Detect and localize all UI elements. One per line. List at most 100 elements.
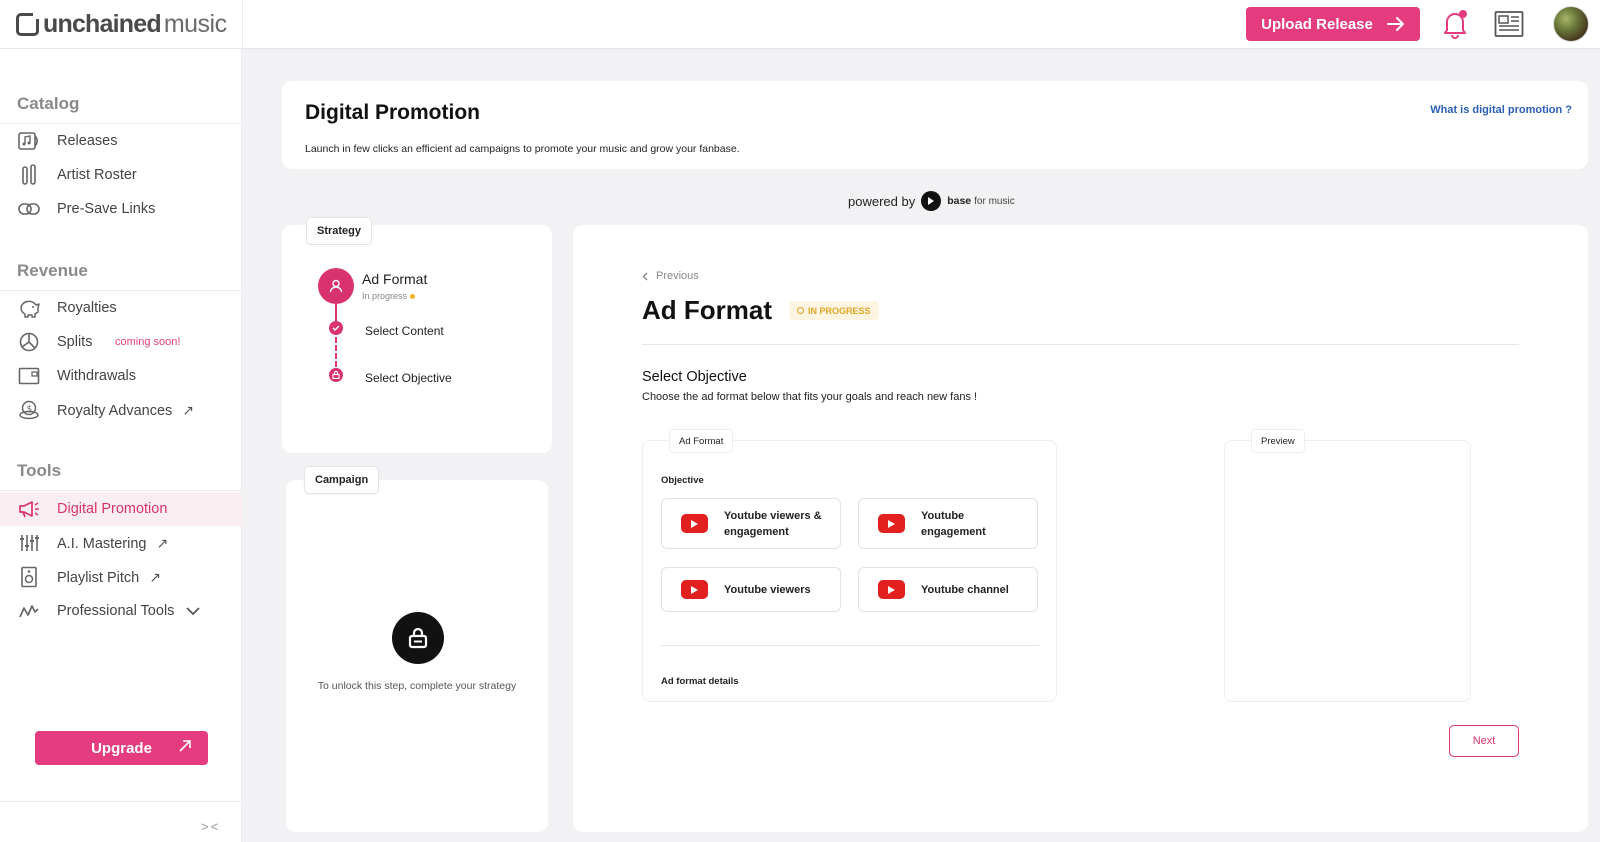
preview-panel: Preview bbox=[1224, 429, 1471, 702]
option-label: Youtube engagement bbox=[921, 508, 986, 540]
piggy-bank-icon bbox=[18, 297, 40, 319]
sidebar-item-withdrawals[interactable]: Withdrawals bbox=[0, 359, 242, 393]
step-connector bbox=[335, 304, 337, 321]
external-link-icon: ↗ bbox=[182, 401, 194, 418]
external-link-icon: ↗ bbox=[149, 568, 161, 585]
step-connector-dashed bbox=[335, 337, 337, 367]
sidebar-item-playlist-pitch[interactable]: Playlist Pitch ↗ bbox=[0, 560, 242, 594]
campaign-card: Campaign To unlock this step, complete y… bbox=[286, 466, 548, 832]
base-logo-icon bbox=[921, 191, 942, 211]
sidebar-item-label: Splits bbox=[57, 334, 93, 350]
sidebar-item-releases[interactable]: Releases bbox=[0, 124, 242, 158]
sidebar-item-text: Royalty Advances bbox=[57, 402, 173, 419]
option-label: Youtube channel bbox=[921, 584, 1009, 596]
option-label: Youtube viewers & engagement bbox=[724, 508, 822, 540]
sidebar-bottom-divider bbox=[0, 801, 242, 802]
option-label-line1: Youtube viewers & bbox=[724, 510, 822, 522]
strategy-card: Strategy Ad Format In progress Select Co… bbox=[282, 217, 552, 453]
strategy-tab[interactable]: Strategy bbox=[306, 217, 373, 245]
previous-link[interactable]: Previous bbox=[642, 270, 699, 282]
sidebar: Catalog Releases Artist Roster Pre-Save … bbox=[0, 49, 242, 842]
objective-label: Objective bbox=[661, 475, 704, 486]
sidebar-item-ai-mastering[interactable]: A.I. Mastering ↗ bbox=[0, 526, 242, 560]
ad-format-card: Previous Ad Format IN PROGRESS Select Ob… bbox=[573, 225, 1588, 832]
album-icon bbox=[18, 130, 40, 152]
divider bbox=[642, 344, 1519, 345]
page-header-card: Digital Promotion Launch in few clicks a… bbox=[282, 81, 1588, 169]
option-youtube-channel[interactable]: Youtube channel bbox=[858, 567, 1038, 612]
sidebar-item-royalties[interactable]: Royalties bbox=[0, 291, 242, 325]
logo-mark-icon bbox=[16, 11, 40, 36]
select-objective-title: Select Objective bbox=[642, 369, 747, 385]
pie-chart-icon bbox=[18, 331, 40, 353]
sidebar-item-digital-promotion[interactable]: Digital Promotion bbox=[0, 492, 242, 526]
progress-dot-icon bbox=[797, 307, 804, 314]
topbar-divider bbox=[242, 0, 243, 49]
status-dot bbox=[410, 294, 416, 300]
ad-format-details-label: Ad format details bbox=[661, 676, 739, 687]
divider bbox=[661, 645, 1039, 646]
what-is-digital-promotion-link[interactable]: What is digital promotion ? bbox=[1430, 104, 1572, 116]
option-youtube-viewers-engagement[interactable]: Youtube viewers & engagement bbox=[661, 498, 841, 549]
chevron-left-icon bbox=[642, 272, 648, 280]
upgrade-button[interactable]: Upgrade bbox=[35, 731, 208, 765]
step-user-icon bbox=[318, 268, 354, 304]
brand-logo[interactable]: unchained music bbox=[16, 9, 227, 39]
section-title-catalog: Catalog bbox=[17, 94, 80, 113]
ad-format-tab: Ad Format bbox=[669, 429, 734, 453]
upload-release-label: Upload Release bbox=[1261, 15, 1373, 33]
bell-icon[interactable] bbox=[1441, 9, 1469, 39]
sidebar-item-splits[interactable]: Splits coming soon! bbox=[0, 325, 242, 359]
arrow-right-icon bbox=[1386, 17, 1404, 31]
next-button[interactable]: Next bbox=[1449, 725, 1519, 757]
megaphone-icon bbox=[18, 498, 40, 520]
step-status-text: In progress bbox=[362, 291, 408, 301]
sidebar-item-text: A.I. Mastering bbox=[57, 535, 147, 552]
guitar-icon bbox=[18, 164, 40, 186]
sidebar-item-pre-save-links[interactable]: Pre-Save Links bbox=[0, 192, 242, 226]
sidebar-item-label: Royalty Advances ↗ bbox=[57, 402, 194, 419]
external-link-icon: ↗ bbox=[156, 534, 169, 551]
option-youtube-viewers[interactable]: Youtube viewers bbox=[661, 567, 841, 612]
sidebar-item-label: Withdrawals bbox=[57, 368, 136, 384]
svg-text:$: $ bbox=[27, 405, 33, 415]
option-label-line1: Youtube bbox=[921, 510, 965, 522]
news-icon[interactable] bbox=[1494, 10, 1524, 38]
sidebar-item-label: Playlist Pitch ↗ bbox=[57, 569, 161, 586]
section-divider bbox=[0, 490, 242, 491]
select-objective-subtitle: Choose the ad format below that fits you… bbox=[642, 391, 978, 403]
lock-icon bbox=[392, 612, 444, 664]
substep-select-content[interactable]: Select Content bbox=[365, 324, 444, 338]
page-title: Digital Promotion bbox=[305, 101, 480, 124]
sidebar-item-label: Pre-Save Links bbox=[57, 201, 156, 217]
top-bar: unchained music Upload Release bbox=[0, 0, 1600, 49]
ad-format-title: Ad Format bbox=[642, 295, 772, 325]
partner-suffix: for music bbox=[974, 195, 1015, 207]
sidebar-item-label: Releases bbox=[57, 133, 118, 149]
upload-release-button[interactable]: Upload Release bbox=[1246, 7, 1420, 41]
sidebar-item-royalty-advances[interactable]: $ Royalty Advances ↗ bbox=[0, 393, 242, 427]
user-avatar[interactable] bbox=[1553, 6, 1589, 42]
option-label-line2: engagement bbox=[921, 526, 986, 538]
upgrade-label: Upgrade bbox=[91, 739, 152, 757]
substep-select-objective[interactable]: Select Objective bbox=[365, 371, 452, 385]
sidebar-item-label: Artist Roster bbox=[57, 167, 137, 183]
check-icon bbox=[329, 321, 343, 335]
sidebar-item-professional-tools[interactable]: Professional Tools bbox=[0, 594, 242, 628]
collapse-sidebar-icon[interactable]: >< bbox=[201, 819, 220, 834]
campaign-tab[interactable]: Campaign bbox=[304, 466, 380, 494]
option-youtube-engagement[interactable]: Youtube engagement bbox=[858, 498, 1038, 549]
partner-name: base bbox=[947, 195, 972, 207]
powered-by-label: powered by bbox=[848, 193, 916, 209]
sidebar-item-label: Royalties bbox=[57, 300, 117, 316]
sidebar-item-text: Playlist Pitch bbox=[57, 569, 140, 586]
in-progress-badge: IN PROGRESS bbox=[789, 301, 879, 320]
sidebar-item-artist-roster[interactable]: Artist Roster bbox=[0, 158, 242, 192]
youtube-icon bbox=[878, 514, 905, 533]
locked-step-message: To unlock this step, complete your strat… bbox=[317, 680, 517, 692]
sliders-icon bbox=[18, 532, 40, 554]
preview-tab: Preview bbox=[1251, 429, 1305, 453]
chart-line-icon bbox=[18, 600, 40, 622]
sidebar-item-label: Digital Promotion bbox=[57, 501, 168, 517]
chevron-down-icon bbox=[186, 607, 201, 615]
